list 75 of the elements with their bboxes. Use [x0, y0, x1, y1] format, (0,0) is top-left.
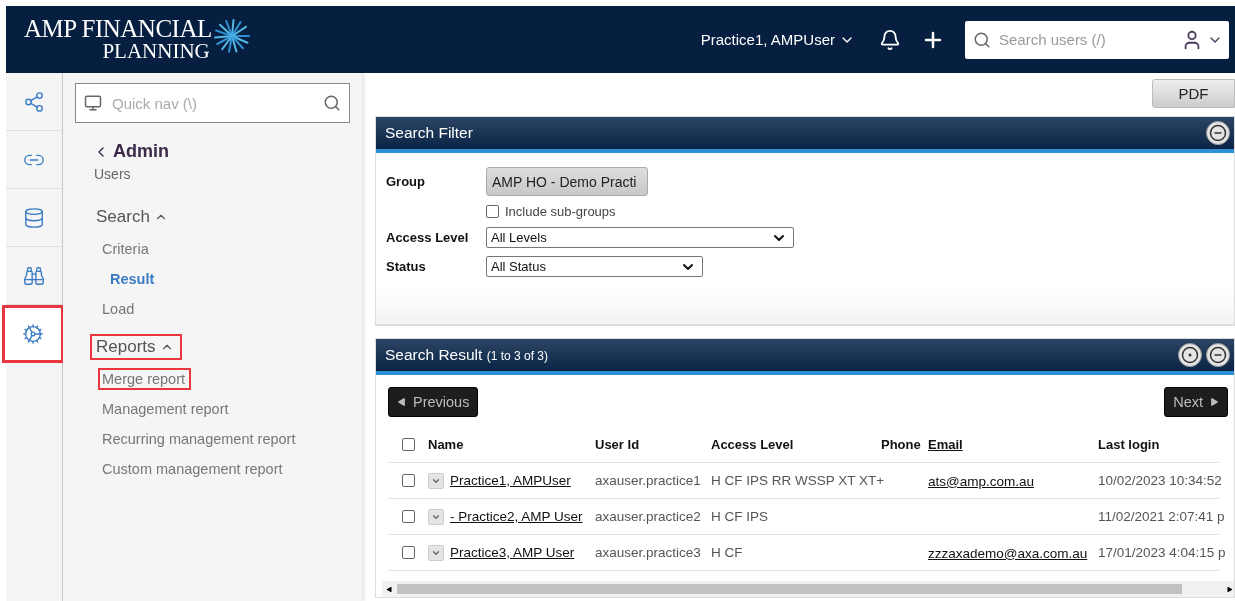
panel-title: Search Filter — [385, 124, 473, 142]
search-icon — [973, 30, 991, 49]
logo: AMP FINANCIAL PLANNING — [24, 17, 252, 62]
nav-item[interactable]: Recurring management report — [98, 428, 302, 450]
collapse-button[interactable] — [1206, 343, 1230, 367]
checkbox[interactable] — [486, 205, 499, 218]
network-icon — [23, 90, 45, 113]
user-name-link[interactable]: Practice3, AMP User — [450, 545, 575, 560]
table-cell-text: axauser.practice2 — [595, 509, 702, 524]
email-link[interactable]: zzzaxademo@axa.com.au — [928, 545, 1088, 561]
rail-button[interactable] — [2, 305, 64, 363]
search-field[interactable]: Search users (/) — [965, 20, 1229, 59]
gears-icon — [22, 323, 44, 345]
column-header: Access Level — [711, 437, 795, 452]
email-link[interactable]: ats@amp.com.au — [928, 473, 1034, 489]
section-heading[interactable]: Reports — [90, 334, 182, 360]
pdf-button[interactable]: PDF — [1152, 79, 1235, 108]
checkbox[interactable] — [402, 510, 415, 523]
nav-item[interactable]: Criteria — [98, 238, 155, 260]
nav-item[interactable]: Load — [98, 298, 141, 320]
nav-item[interactable]: Custom management report — [98, 458, 289, 480]
select-all-checkbox[interactable] — [402, 438, 415, 451]
scroll-left-icon — [386, 585, 393, 593]
next-button[interactable]: Next — [1164, 387, 1228, 417]
row-menu-button[interactable] — [428, 544, 444, 561]
collapse-button[interactable] — [1206, 121, 1230, 145]
user-name-link[interactable]: - Practice2, AMP User — [450, 509, 583, 524]
access-level-dropdown[interactable]: All Levels — [486, 227, 794, 248]
column-header: Phone — [881, 437, 922, 452]
column-header: Last login — [1098, 437, 1161, 452]
back-link[interactable]: Admin — [93, 141, 350, 162]
database-icon — [23, 206, 45, 229]
caret-left-icon — [397, 397, 407, 407]
status-dropdown[interactable]: All Status — [486, 256, 703, 277]
binoculars-icon — [23, 264, 45, 287]
table-cell-text: 10/02/2023 10:34:52 — [1098, 473, 1223, 488]
previous-button[interactable]: Previous — [388, 387, 479, 417]
row-menu-button[interactable] — [428, 472, 444, 489]
table-cell-text: 11/02/2021 2:07:41 p — [1098, 509, 1226, 524]
nav-item[interactable]: Management report — [98, 398, 235, 420]
field-label: Status — [386, 259, 427, 274]
search-icon — [323, 94, 341, 112]
table-cell-text: 17/01/2023 4:04:15 p — [1098, 545, 1227, 560]
checkbox-label: Include sub-groups — [505, 204, 616, 219]
table-cell-text: H CF IPS — [711, 509, 769, 524]
column-header[interactable]: Email — [928, 437, 1098, 452]
flower-icon — [211, 17, 252, 54]
table-cell-text: H CF — [711, 545, 744, 560]
quick-nav-field[interactable]: Quick nav (\) — [75, 83, 350, 123]
bell-icon[interactable] — [879, 28, 901, 51]
user-menu[interactable]: Practice1, AMPUser — [700, 31, 855, 48]
horizontal-scrollbar[interactable] — [382, 581, 1234, 597]
minus-icon — [1209, 346, 1227, 364]
field-label: Access Level — [386, 230, 470, 245]
checkbox[interactable] — [402, 474, 415, 487]
section-heading[interactable]: Search — [90, 204, 176, 230]
page-subtitle: Users — [94, 166, 132, 182]
monitor-icon — [84, 94, 102, 112]
table-cell-text: axauser.practice1 — [595, 473, 702, 488]
column-header: Name — [428, 437, 465, 452]
settings-button[interactable] — [1178, 343, 1202, 367]
panel-title: Search Result (1 to 3 of 3) — [385, 346, 549, 364]
table-cell-text: axauser.practice3 — [595, 545, 702, 560]
checkbox[interactable] — [402, 546, 415, 559]
settings-icon — [1181, 346, 1199, 364]
group-dropdown[interactable]: AMP HO - Demo Practi — [486, 167, 648, 196]
field-label: Group — [386, 174, 426, 189]
row-menu-button[interactable] — [428, 508, 444, 525]
user-name-link[interactable]: Practice1, AMPUser — [450, 473, 571, 488]
column-header: User Id — [595, 437, 641, 452]
nav-item[interactable]: Merge report — [98, 368, 191, 390]
minus-icon — [1209, 124, 1227, 142]
scroll-right-icon — [1226, 585, 1233, 593]
nav-item[interactable]: Result — [106, 268, 161, 290]
caret-right-icon — [1209, 397, 1219, 407]
